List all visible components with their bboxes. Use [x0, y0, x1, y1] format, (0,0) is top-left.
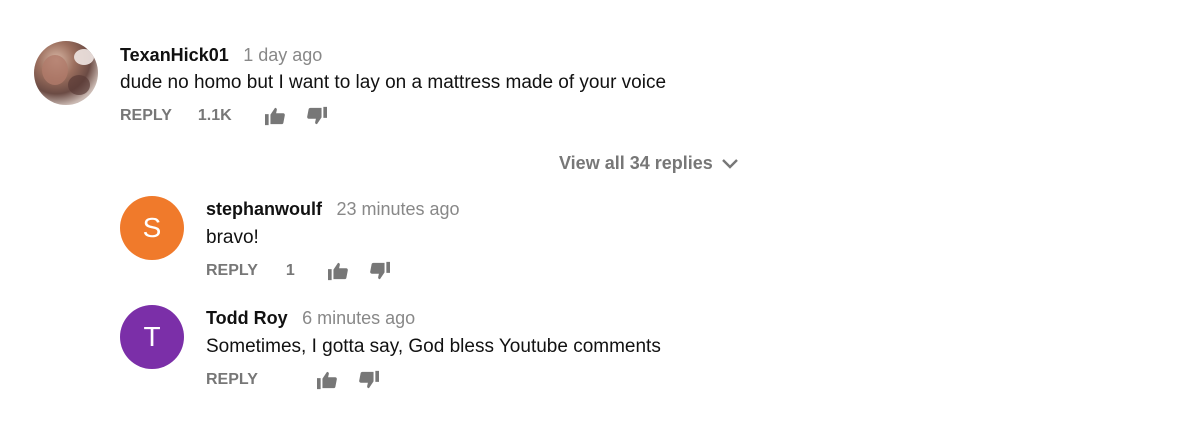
avatar-letter: S — [142, 212, 162, 243]
avatar-letter: T — [143, 321, 161, 352]
comment-header: Todd Roy 6 minutes ago — [206, 308, 415, 329]
reply-button[interactable]: REPLY — [206, 371, 258, 389]
author-name[interactable]: stephanwoulf — [206, 199, 322, 219]
comment-timestamp[interactable]: 1 day ago — [243, 45, 322, 65]
comment-header: TexanHick01 1 day ago — [120, 45, 322, 66]
thumbs-down-icon[interactable] — [306, 106, 328, 126]
avatar[interactable] — [34, 41, 98, 105]
reply-button[interactable]: REPLY — [120, 107, 172, 125]
comment-timestamp[interactable]: 23 minutes ago — [336, 199, 459, 219]
like-count: 1 — [285, 262, 295, 279]
thumbs-up-icon[interactable] — [327, 261, 349, 281]
comment-timestamp[interactable]: 6 minutes ago — [302, 308, 415, 328]
thumbs-up-icon[interactable] — [264, 106, 286, 126]
author-name[interactable]: TexanHick01 — [120, 45, 229, 65]
comment-header: stephanwoulf 23 minutes ago — [206, 199, 460, 220]
author-name[interactable]: Todd Roy — [206, 308, 288, 328]
avatar[interactable]: T — [120, 305, 184, 369]
avatar[interactable]: S — [120, 196, 184, 260]
comment-text: bravo! — [206, 227, 259, 248]
comment-actions: REPLY 1 — [206, 261, 391, 281]
comment-actions: REPLY — [206, 370, 380, 390]
like-count: 1.1K — [197, 107, 232, 124]
thumbs-up-icon[interactable] — [316, 370, 338, 390]
thumbs-down-icon[interactable] — [369, 261, 391, 281]
thumbs-down-icon[interactable] — [358, 370, 380, 390]
comment-actions: REPLY 1.1K — [120, 106, 328, 126]
reply-button[interactable]: REPLY — [206, 262, 258, 280]
chevron-down-icon — [721, 158, 738, 169]
view-replies-label: View all 34 replies — [559, 153, 713, 173]
comment-text: dude no homo but I want to lay on a matt… — [120, 72, 667, 93]
comment-text: Sometimes, I gotta say, God bless Youtub… — [206, 336, 661, 357]
view-all-replies-button[interactable]: View all 34 replies — [559, 153, 739, 174]
